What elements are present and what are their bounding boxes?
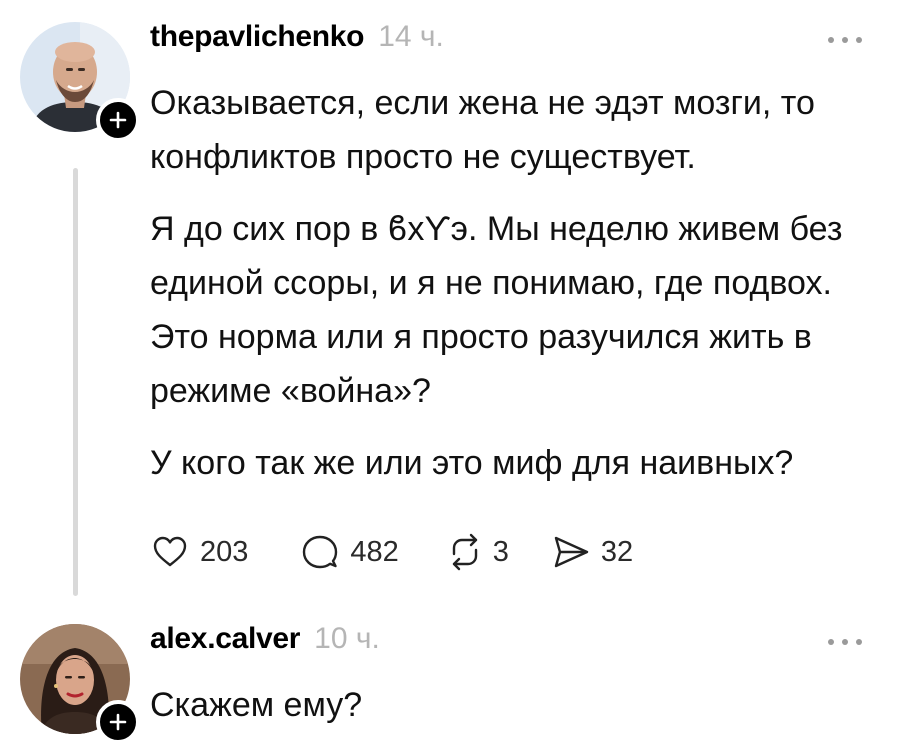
speech-bubble-icon bbox=[303, 535, 338, 569]
post-paragraph: Скажем ему? bbox=[150, 686, 363, 724]
username[interactable]: thepavlichenko bbox=[150, 20, 365, 54]
like-count: 203 bbox=[200, 535, 249, 568]
timestamp: 10 ч. bbox=[314, 622, 380, 655]
post-content: thepavlichenko 14 ч. Оказывается, если ж… bbox=[150, 20, 870, 490]
ellipsis-icon bbox=[856, 639, 862, 645]
post-body: Оказывается, если жена не эдэт мозги, то… bbox=[150, 76, 870, 490]
repost-button[interactable]: 3 bbox=[445, 532, 509, 572]
post-paragraph: Я до сих пор в ϐхϒэ. Мы неделю живем без… bbox=[150, 210, 843, 410]
post-paragraph: У кого так же или это миф для наивных? bbox=[150, 444, 794, 482]
ellipsis-icon bbox=[828, 639, 834, 645]
username[interactable]: alex.calver bbox=[150, 622, 300, 656]
post-paragraph: Оказывается, если жена не эдэт мозги, то… bbox=[150, 84, 815, 176]
ellipsis-icon bbox=[856, 37, 862, 43]
thread-post: thepavlichenko 14 ч. Оказывается, если ж… bbox=[0, 0, 900, 610]
reply-button[interactable]: 482 bbox=[300, 532, 399, 572]
repost-count: 3 bbox=[492, 535, 509, 568]
share-button[interactable]: 32 bbox=[551, 532, 633, 572]
post-body: Скажем ему? bbox=[150, 678, 870, 732]
ellipsis-icon bbox=[828, 37, 834, 43]
more-options-button[interactable] bbox=[828, 636, 862, 648]
reply-count: 482 bbox=[350, 535, 399, 568]
repost-arrows-icon bbox=[452, 533, 477, 571]
post-content: alex.calver 10 ч. Скажем ему? bbox=[150, 622, 870, 732]
post-header: thepavlichenko 14 ч. bbox=[150, 20, 870, 70]
plus-icon bbox=[109, 713, 127, 731]
heart-icon bbox=[153, 536, 187, 567]
send-arrow-icon bbox=[554, 536, 589, 568]
post-header: alex.calver 10 ч. bbox=[150, 622, 870, 672]
post-actions: 203 482 3 32 bbox=[150, 528, 671, 576]
reply-post: alex.calver 10 ч. Скажем ему? bbox=[0, 610, 900, 752]
share-count: 32 bbox=[600, 535, 634, 568]
follow-button[interactable] bbox=[96, 700, 140, 744]
more-options-button[interactable] bbox=[828, 34, 862, 46]
thread-line bbox=[73, 168, 78, 596]
ellipsis-icon bbox=[842, 639, 848, 645]
like-button[interactable]: 203 bbox=[150, 532, 248, 572]
ellipsis-icon bbox=[842, 37, 848, 43]
follow-button[interactable] bbox=[96, 98, 140, 142]
plus-icon bbox=[109, 111, 127, 129]
timestamp: 14 ч. bbox=[378, 20, 444, 53]
